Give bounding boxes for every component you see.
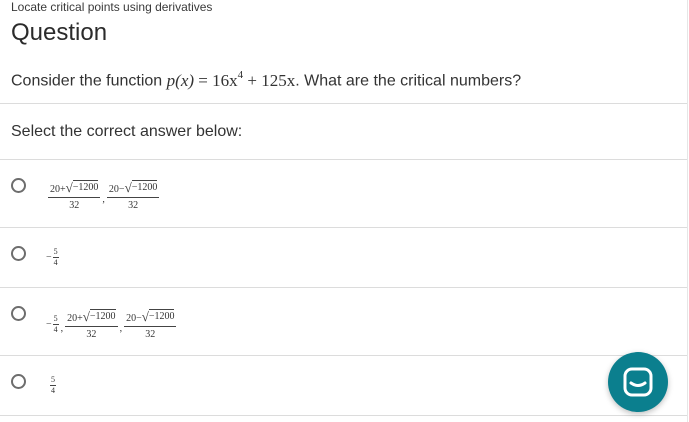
radio-choice-c[interactable] [11, 306, 26, 321]
divider [0, 415, 687, 416]
comma: , [60, 323, 64, 334]
radical-icon: √ [141, 309, 149, 324]
choice-d-label[interactable]: 5 4 [50, 376, 56, 395]
radical-icon: √ [82, 309, 90, 324]
fraction: 5 4 [52, 314, 59, 334]
denominator: 32 [145, 329, 156, 340]
radio-choice-a[interactable] [11, 178, 26, 193]
radicand: −1200 [89, 309, 116, 322]
choice-c-label[interactable]: − 5 4 , 20+ √ −1200 32 , 20− √ −1200 32 [46, 309, 177, 340]
numerator-prefix: 20+ [50, 184, 66, 195]
comma: , [102, 194, 105, 205]
chat-button[interactable] [608, 352, 668, 412]
fraction: 5 4 [50, 376, 56, 395]
page-edge [687, 0, 688, 422]
equals-sign: = [194, 70, 213, 90]
denominator: 4 [53, 325, 58, 334]
function-lhs: p(x) [166, 70, 195, 90]
fraction: 20+ √ −1200 32 [65, 309, 118, 340]
exponent: 4 [237, 69, 244, 81]
divider [0, 287, 687, 288]
radio-choice-d[interactable] [11, 374, 26, 389]
fraction: 20+ √ −1200 32 [48, 180, 101, 211]
divider [0, 103, 687, 104]
numerator: 5 [52, 247, 59, 258]
denominator: 32 [69, 200, 80, 211]
radical-icon: √ [124, 180, 132, 195]
question-prefix: Consider the function [11, 72, 167, 90]
numerator: 5 [50, 375, 56, 386]
numerator-prefix: 20− [126, 313, 142, 324]
denominator: 4 [53, 258, 58, 267]
fraction: 5 4 [52, 247, 59, 267]
plus-sign: + [243, 70, 262, 90]
radicand: −1200 [72, 180, 99, 193]
divider [0, 159, 687, 160]
term-one: 16x [212, 70, 238, 90]
numerator-prefix: 20+ [67, 313, 83, 324]
answer-prompt: Select the correct answer below: [11, 123, 243, 140]
numerator-prefix: 20− [108, 184, 125, 195]
question-suffix: . What are the critical numbers? [295, 72, 522, 90]
function-expression: p(x) = 16x4 + 125x [166, 69, 296, 90]
radicand: −1200 [148, 309, 175, 322]
divider [0, 227, 687, 228]
question-text: Consider the function p(x) = 16x4 + 125x… [11, 64, 521, 94]
numerator: 5 [52, 314, 59, 325]
fraction: 20− √ −1200 32 [106, 180, 160, 211]
radicand: −1200 [131, 180, 158, 193]
denominator: 32 [86, 329, 97, 340]
denominator: 32 [128, 200, 139, 211]
divider [0, 355, 687, 356]
choice-b-label[interactable]: − 5 4 [46, 248, 59, 267]
minus-sign: − [46, 252, 52, 263]
denominator: 4 [51, 386, 55, 395]
choice-a-label[interactable]: 20+ √ −1200 32 , 20− √ −1200 32 [48, 180, 160, 211]
minus-sign: − [46, 319, 52, 330]
radio-choice-b[interactable] [11, 246, 26, 261]
radical-icon: √ [65, 180, 73, 195]
fraction: 20− √ −1200 32 [124, 309, 177, 340]
comma: , [119, 323, 123, 334]
page-title: Question [11, 19, 108, 46]
breadcrumb: Locate critical points using derivatives [11, 0, 213, 14]
term-two: 125x [261, 70, 296, 90]
chat-bubble-icon [623, 367, 653, 397]
